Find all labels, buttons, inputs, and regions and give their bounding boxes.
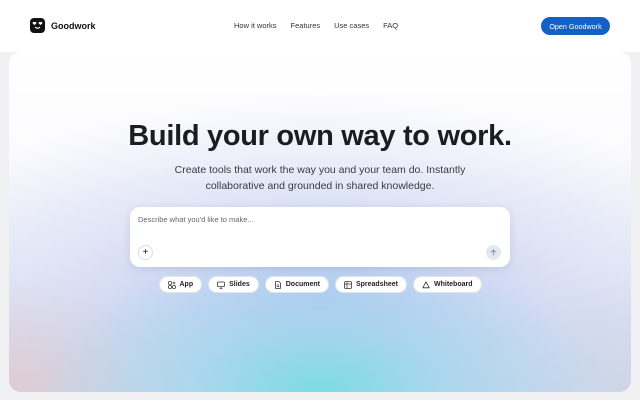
nav-link-how-it-works[interactable]: How it works xyxy=(234,21,277,30)
chip-label: Document xyxy=(285,281,320,288)
plus-icon: + xyxy=(142,246,149,258)
chip-document[interactable]: Document xyxy=(264,276,329,293)
chip-label: Whiteboard xyxy=(434,281,473,288)
template-chips: App Slides Document Spreadsheet Whiteboa… xyxy=(0,276,640,293)
brand-name: Goodwork xyxy=(51,20,96,31)
nav-link-faq[interactable]: FAQ xyxy=(383,21,398,30)
send-button[interactable] xyxy=(486,245,501,260)
chip-label: Spreadsheet xyxy=(355,281,398,288)
add-attachment-button[interactable]: + xyxy=(138,245,153,260)
brand-logo[interactable]: Goodwork xyxy=(30,18,96,33)
slides-icon xyxy=(217,281,225,289)
hero-title: Build your own way to work. xyxy=(128,120,512,152)
chip-slides[interactable]: Slides xyxy=(208,276,259,293)
arrow-up-icon xyxy=(491,249,496,256)
app-icon xyxy=(167,280,176,289)
heart-eyes-logo-icon xyxy=(30,18,45,33)
chip-label: Slides xyxy=(229,281,250,288)
open-goodwork-button[interactable]: Open Goodwork xyxy=(541,17,610,35)
nav-link-use-cases[interactable]: Use cases xyxy=(334,21,369,30)
hero-subtitle: Create tools that work the way you and y… xyxy=(174,164,466,192)
chip-whiteboard[interactable]: Whiteboard xyxy=(413,276,482,293)
chip-spreadsheet[interactable]: Spreadsheet xyxy=(334,276,407,293)
nav-link-features[interactable]: Features xyxy=(291,21,321,30)
site-header: Goodwork How it works Features Use cases… xyxy=(0,0,640,52)
whiteboard-icon xyxy=(422,280,430,288)
chip-app[interactable]: App xyxy=(158,276,203,293)
prompt-input[interactable] xyxy=(138,215,478,224)
document-icon xyxy=(274,280,281,289)
chip-label: App xyxy=(179,281,194,288)
spreadsheet-icon xyxy=(344,280,352,289)
prompt-box: + xyxy=(130,207,510,267)
main-nav: How it works Features Use cases FAQ xyxy=(234,21,398,30)
